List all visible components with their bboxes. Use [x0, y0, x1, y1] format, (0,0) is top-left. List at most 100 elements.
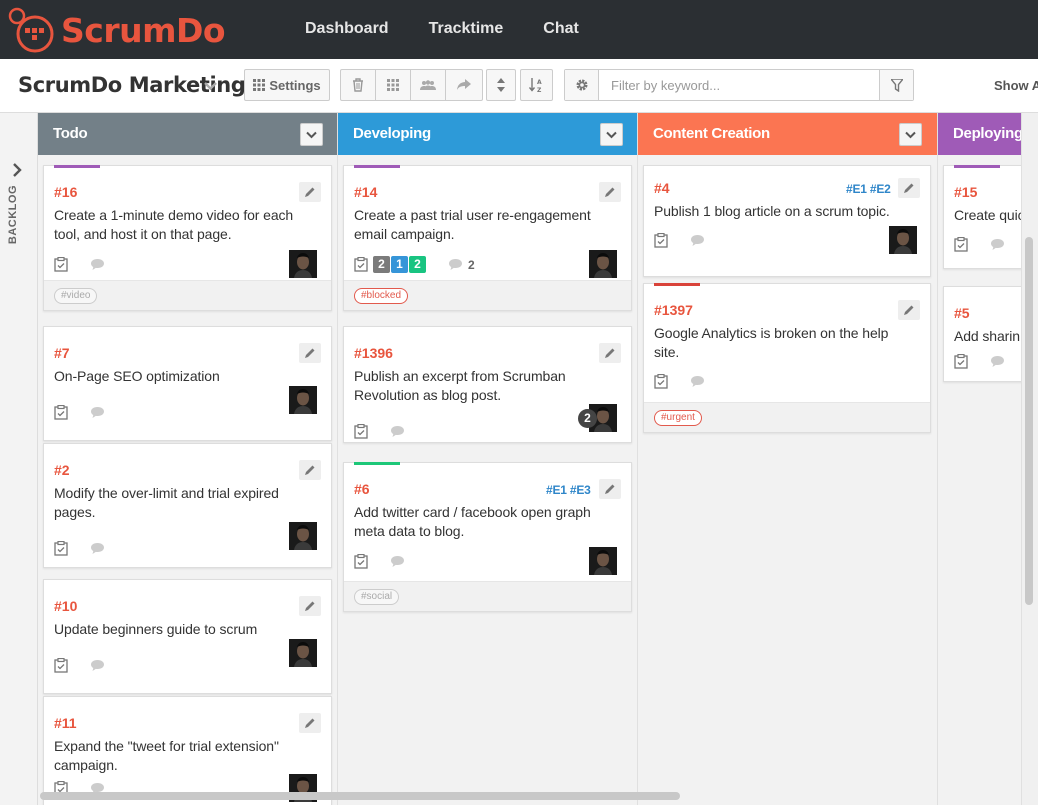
edit-button[interactable]: [299, 343, 321, 363]
story-card[interactable]: #5 Add sharin: [943, 286, 1021, 382]
edit-button[interactable]: [599, 182, 621, 202]
story-card[interactable]: #2 Modify the over-limit and trial expir…: [43, 443, 332, 568]
avatar[interactable]: [589, 250, 617, 278]
sort-button[interactable]: [486, 69, 516, 101]
task-status-badges[interactable]: 2 1 2: [373, 256, 426, 273]
card-number[interactable]: #11: [54, 715, 77, 731]
card-summary: Publish 1 blog article on a scrum topic.: [654, 202, 890, 221]
comment-icon[interactable]: [90, 542, 105, 555]
card-number[interactable]: #16: [54, 184, 77, 200]
card-number[interactable]: #1396: [354, 345, 393, 361]
comment-icon[interactable]: [390, 425, 405, 438]
edit-button[interactable]: [898, 178, 920, 198]
column-title: Deploying: [953, 125, 1022, 142]
card-number[interactable]: #15: [954, 184, 977, 200]
epic-links[interactable]: #E1 #E2: [846, 182, 891, 196]
edit-button[interactable]: [299, 596, 321, 616]
delete-button[interactable]: [341, 70, 376, 100]
edit-button[interactable]: [599, 343, 621, 363]
summary-line: email campaign.: [354, 226, 455, 242]
checklist-icon[interactable]: [354, 424, 368, 439]
column-title: Todo: [53, 125, 88, 142]
backlog-panel[interactable]: BACKLOG: [0, 113, 38, 805]
filter-settings-button[interactable]: [565, 70, 599, 100]
avatar[interactable]: [289, 522, 317, 550]
pencil-icon: [605, 348, 615, 358]
card-number[interactable]: #1397: [654, 302, 693, 318]
story-card[interactable]: #15 Create quic: [943, 165, 1021, 269]
comment-icon[interactable]: [90, 406, 105, 419]
story-card[interactable]: #11 Expand the "tweet for trial extensio…: [43, 696, 332, 805]
avatar[interactable]: [889, 226, 917, 254]
filter-apply-button[interactable]: [879, 70, 913, 100]
badge-todo-count: 2: [373, 256, 390, 273]
settings-button[interactable]: Settings: [244, 69, 330, 101]
avatar[interactable]: [289, 386, 317, 414]
story-card[interactable]: #1397 Google Analytics is broken on the …: [643, 283, 931, 433]
comment-icon[interactable]: [90, 258, 105, 271]
checklist-icon[interactable]: [54, 541, 68, 556]
edit-button[interactable]: [299, 182, 321, 202]
nav-dashboard[interactable]: Dashboard: [285, 0, 409, 59]
story-card[interactable]: #7 On-Page SEO optimization: [43, 326, 332, 441]
show-all-link[interactable]: Show A: [994, 78, 1038, 93]
card-number[interactable]: #10: [54, 598, 77, 614]
comment-icon[interactable]: [990, 238, 1005, 251]
checklist-icon[interactable]: [954, 354, 968, 369]
edit-button[interactable]: [599, 479, 621, 499]
checklist-icon[interactable]: [354, 554, 368, 569]
card-number[interactable]: #14: [354, 184, 377, 200]
card-number[interactable]: #7: [54, 345, 70, 361]
tag[interactable]: #blocked: [354, 288, 409, 304]
comment-icon[interactable]: [990, 355, 1005, 368]
card-number[interactable]: #5: [954, 305, 970, 321]
avatar[interactable]: [589, 547, 617, 575]
checklist-icon[interactable]: [54, 658, 68, 673]
avatar[interactable]: [289, 250, 317, 278]
tag[interactable]: #urgent: [654, 410, 702, 426]
story-card[interactable]: #4 #E1 #E2 Publish 1 blog article on a s…: [643, 165, 931, 277]
comment-icon[interactable]: [690, 234, 705, 247]
edit-button[interactable]: [299, 713, 321, 733]
column-menu-button[interactable]: [300, 123, 323, 146]
edit-button[interactable]: [898, 300, 920, 320]
comment-icon[interactable]: [690, 375, 705, 388]
checklist-icon[interactable]: [654, 233, 668, 248]
avatar[interactable]: [289, 639, 317, 667]
comment-icon[interactable]: [448, 258, 463, 271]
chevron-down-icon[interactable]: [204, 81, 217, 91]
move-button[interactable]: [446, 70, 481, 100]
assign-button[interactable]: [411, 70, 446, 100]
card-number[interactable]: #2: [54, 462, 70, 478]
story-card[interactable]: #6 #E1 #E3 Add twitter card / facebook o…: [343, 462, 632, 612]
column-header: Developing: [338, 113, 637, 155]
column-menu-button[interactable]: [899, 123, 922, 146]
tag[interactable]: #video: [54, 288, 98, 304]
checklist-icon[interactable]: [354, 257, 368, 272]
comment-icon[interactable]: [90, 659, 105, 672]
edit-button[interactable]: [299, 460, 321, 480]
checklist-icon[interactable]: [54, 405, 68, 420]
checklist-icon[interactable]: [54, 257, 68, 272]
column-menu-button[interactable]: [600, 123, 623, 146]
horizontal-scrollbar[interactable]: [40, 792, 680, 800]
layout-button[interactable]: [376, 70, 411, 100]
checklist-icon[interactable]: [954, 237, 968, 252]
nav-tracktime[interactable]: Tracktime: [409, 0, 524, 59]
sort-alpha-button[interactable]: AZ: [520, 69, 553, 101]
story-card[interactable]: #14 Create a past trial user re-engageme…: [343, 165, 632, 311]
card-summary: Update beginners guide to scrum: [54, 620, 257, 639]
story-card[interactable]: #1396 Publish an excerpt from Scrumban Re…: [343, 326, 632, 443]
scrumdo-logo[interactable]: ScrumDo: [8, 6, 226, 54]
comment-icon[interactable]: [390, 555, 405, 568]
card-number[interactable]: #4: [654, 180, 670, 196]
filter-input[interactable]: [599, 70, 879, 100]
epic-links[interactable]: #E1 #E3: [546, 483, 591, 497]
card-number[interactable]: #6: [354, 481, 370, 497]
vertical-scrollbar[interactable]: [1025, 237, 1033, 605]
checklist-icon[interactable]: [654, 374, 668, 389]
story-card[interactable]: #16 Create a 1-minute demo video for eac…: [43, 165, 332, 311]
story-card[interactable]: #10 Update beginners guide to scrum: [43, 579, 332, 694]
nav-chat[interactable]: Chat: [523, 0, 599, 59]
tag[interactable]: #social: [354, 589, 400, 605]
